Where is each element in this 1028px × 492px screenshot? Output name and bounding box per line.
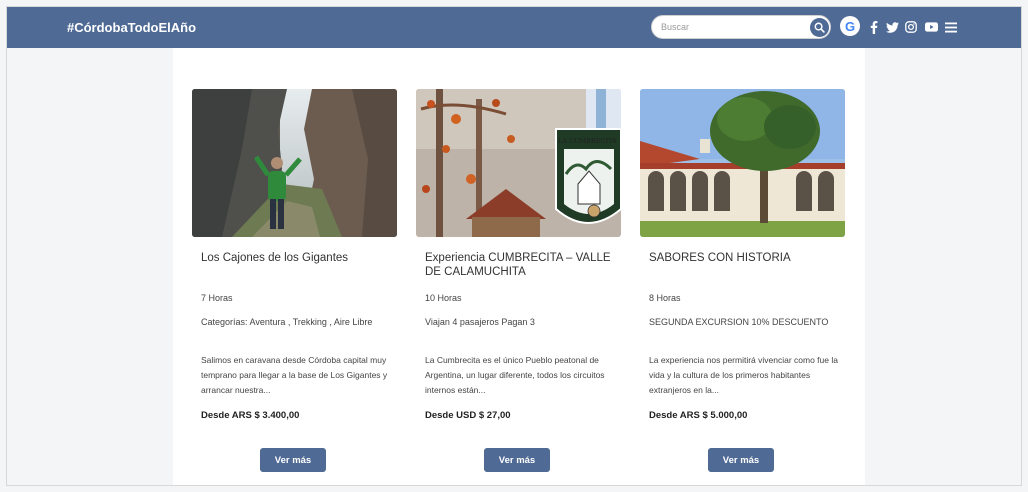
excursions-section: Los Cajones de los Gigantes 7 Horas Cate… (173, 48, 865, 485)
youtube-icon[interactable] (923, 19, 939, 35)
card-title[interactable]: Los Cajones de los Gigantes (201, 251, 391, 265)
card-title[interactable]: Experiencia CUMBRECITA – VALLE DE CALAMU… (425, 251, 615, 279)
navbar: #CórdobaTodoElAño G (7, 7, 1021, 48)
card-categories: Categorías: Aventura , Trekking , Aire L… (201, 317, 373, 327)
browser-frame: #CórdobaTodoElAño G (6, 6, 1022, 486)
card-image-caption: LA CUMBRECITA (558, 137, 617, 145)
card-image-cumbrecita[interactable]: LA CUMBRECITA (416, 89, 621, 237)
ver-mas-button[interactable]: Ver más (260, 448, 326, 472)
card-description: La Cumbrecita es el único Pueblo peatona… (425, 355, 605, 395)
card-image-sabores[interactable] (640, 89, 845, 237)
card-image-gigantes[interactable] (192, 89, 397, 237)
search-input[interactable] (661, 19, 801, 35)
card-description: La experiencia nos permitirá vivenciar c… (649, 355, 838, 395)
brand-link[interactable]: #CórdobaTodoElAño (67, 20, 196, 35)
search-button[interactable] (810, 18, 829, 37)
ver-mas-button[interactable]: Ver más (484, 448, 550, 472)
card-title[interactable]: SABORES CON HISTORIA (649, 251, 839, 265)
card-promo: SEGUNDA EXCURSION 10% DESCUENTO (649, 317, 829, 327)
twitter-icon[interactable] (884, 19, 900, 35)
excursion-card: Los Cajones de los Gigantes 7 Horas Cate… (192, 89, 397, 472)
excursion-card: SABORES CON HISTORIA 8 Horas SEGUNDA EXC… (640, 89, 845, 472)
card-price: Desde ARS $ 5.000,00 (649, 410, 748, 421)
card-promo: Viajan 4 pasajeros Pagan 3 (425, 317, 535, 327)
card-description: Salimos en caravana desde Córdoba capita… (201, 355, 388, 395)
card-duration: 8 Horas (649, 293, 681, 303)
instagram-icon[interactable] (903, 19, 919, 35)
search-icon (814, 22, 825, 33)
search-box (651, 15, 831, 39)
card-price: Desde USD $ 27,00 (425, 410, 511, 421)
google-icon[interactable]: G (840, 16, 860, 36)
card-duration: 7 Horas (201, 293, 233, 303)
menu-icon[interactable] (943, 19, 959, 35)
card-duration: 10 Horas (425, 293, 462, 303)
facebook-icon[interactable] (866, 19, 882, 35)
ver-mas-button[interactable]: Ver más (708, 448, 774, 472)
excursion-card: LA CUMBRECITA Experiencia CUMBRECITA – V… (416, 89, 621, 472)
card-price: Desde ARS $ 3.400,00 (201, 410, 300, 421)
